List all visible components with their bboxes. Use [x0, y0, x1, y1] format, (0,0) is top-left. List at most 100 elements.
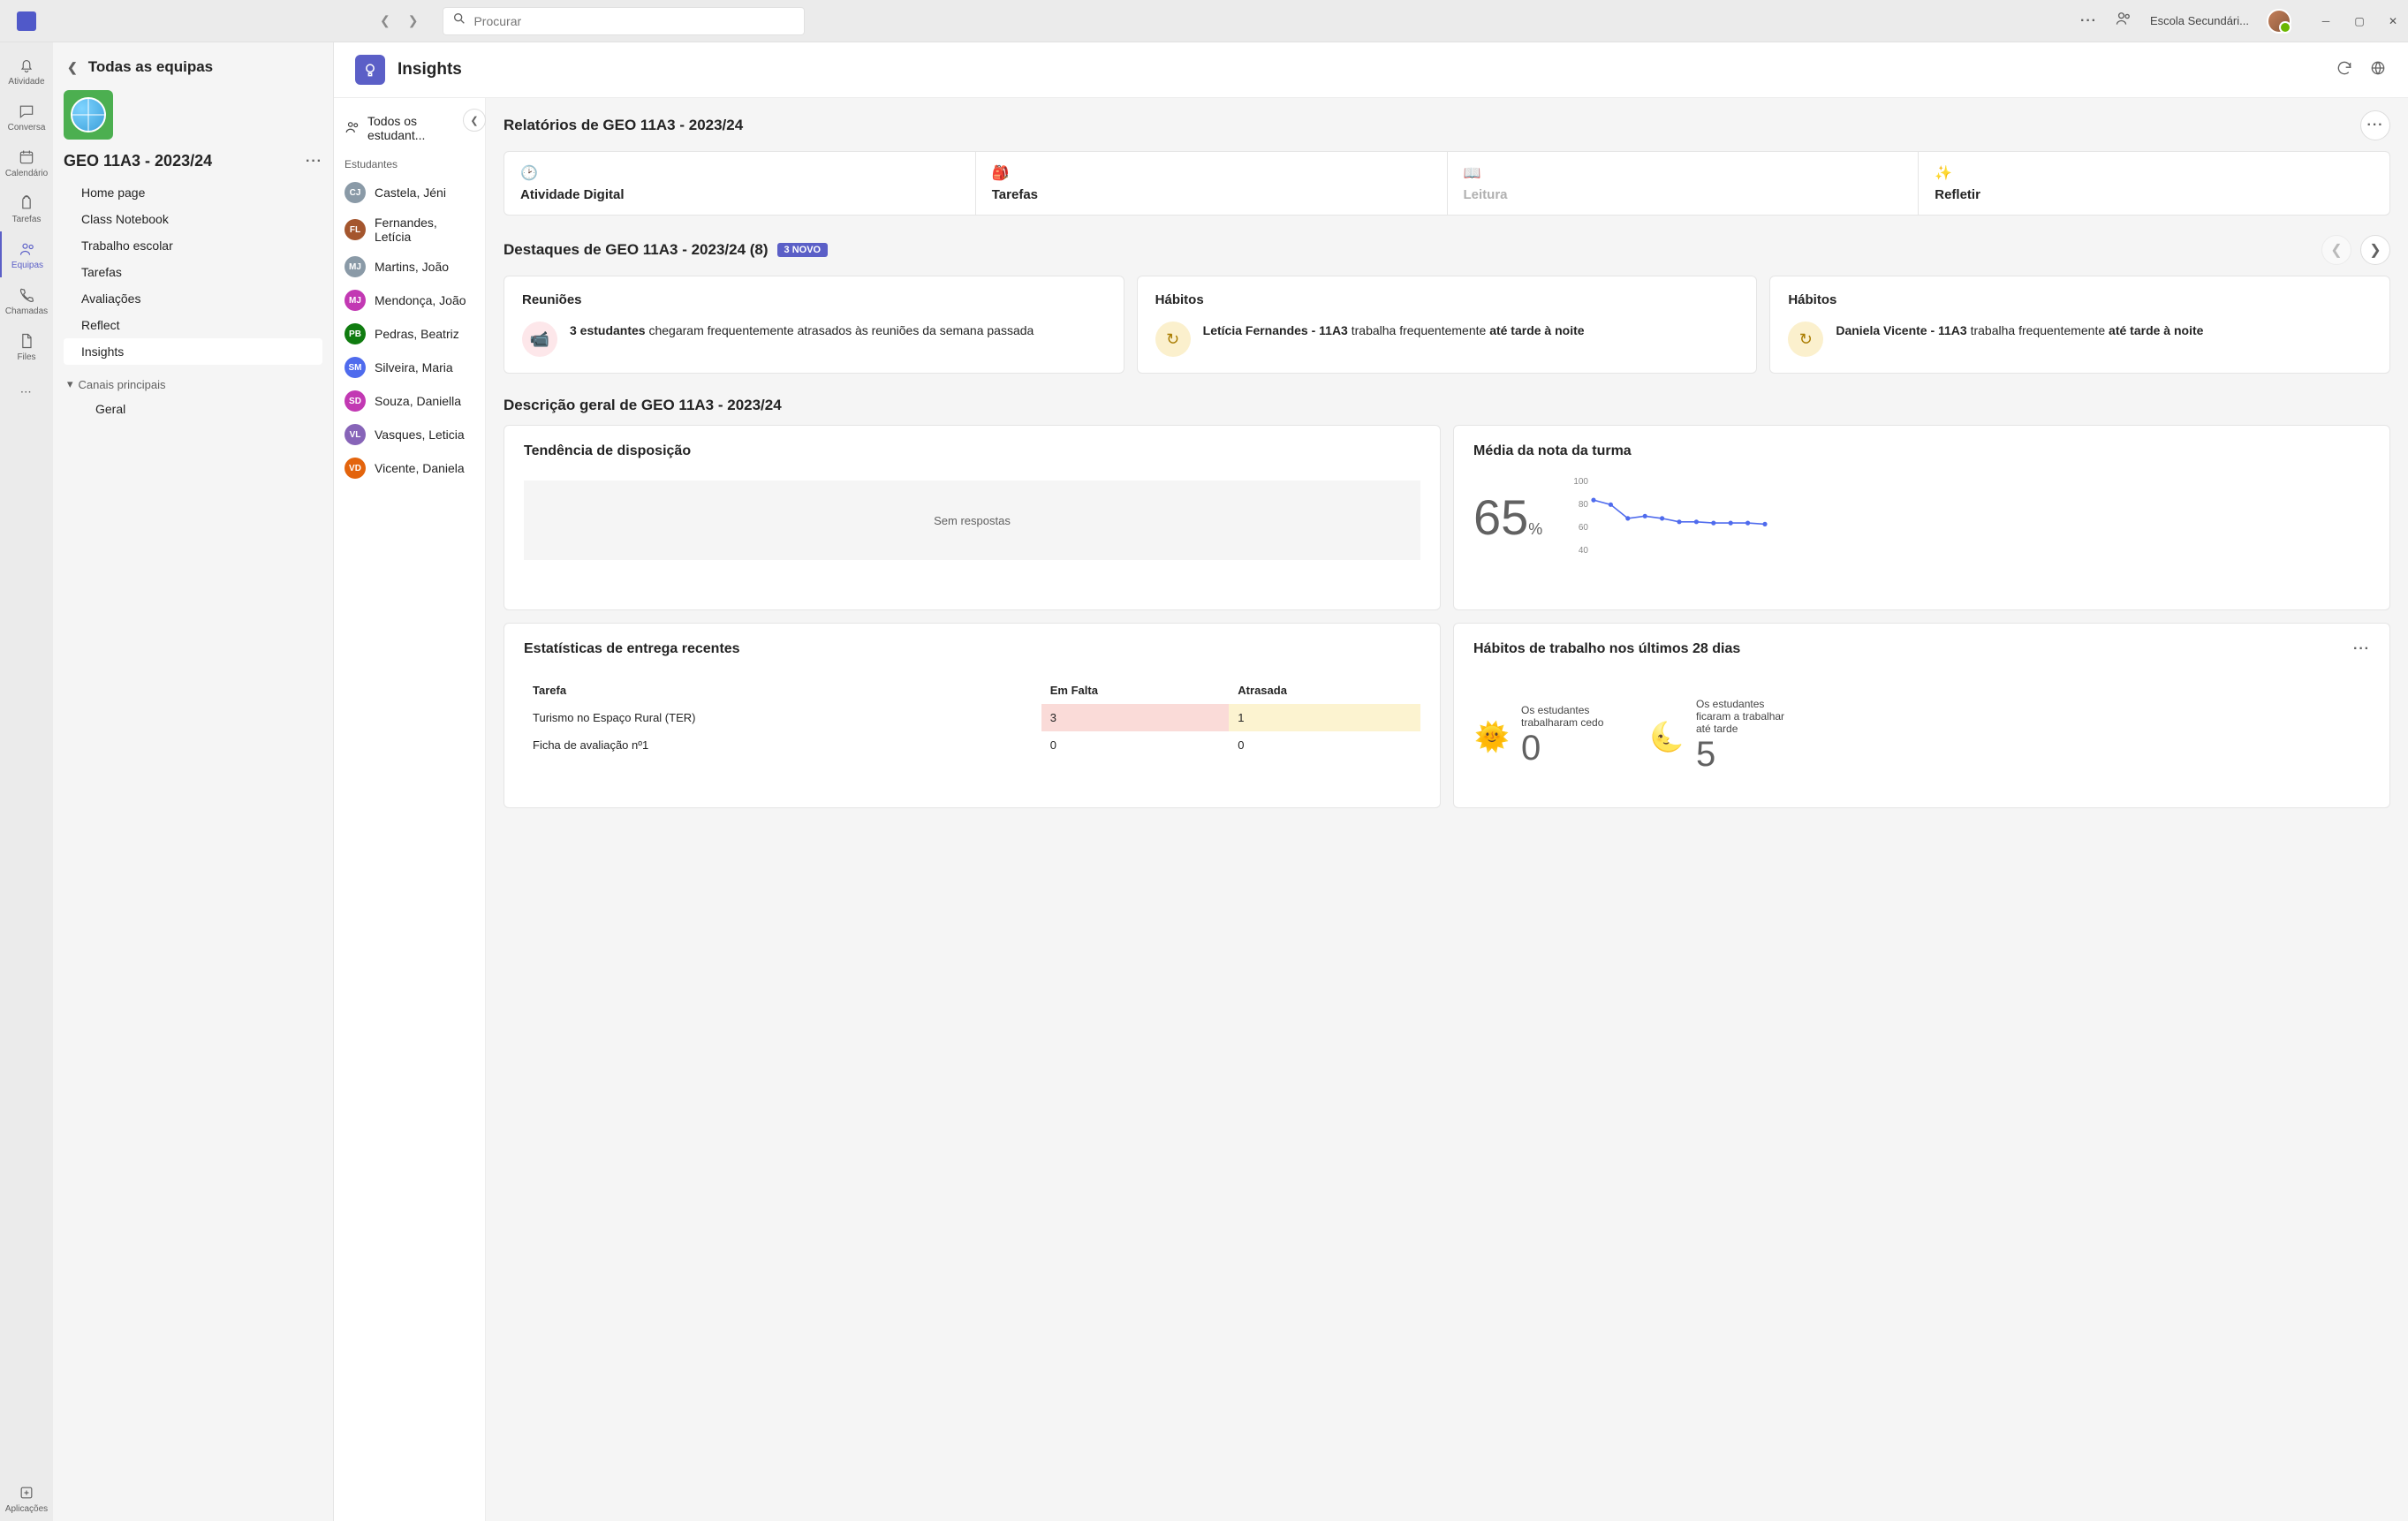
table-row[interactable]: Ficha de avaliação nº100 — [524, 731, 1420, 759]
spotlight-prev-button[interactable]: ❮ — [2321, 235, 2351, 265]
student-avatar: VL — [345, 424, 366, 445]
spotlight-card[interactable]: Hábitos ↻ Daniela Vicente - 11A3 trabalh… — [1769, 276, 2390, 374]
rail-calls[interactable]: Chamadas — [0, 277, 53, 323]
spotlight-card-heading: Hábitos — [1788, 292, 2372, 307]
tab-icon: ✨ — [1935, 164, 2374, 182]
rail-label: Chamadas — [5, 306, 48, 316]
student-avatar: VD — [345, 458, 366, 479]
habits-more-icon[interactable]: ··· — [2353, 641, 2370, 657]
chevron-down-icon: ▾ — [67, 377, 73, 391]
search-box[interactable] — [443, 7, 805, 35]
window-close-button[interactable]: ✕ — [2387, 15, 2399, 27]
channel-item[interactable]: Reflect — [64, 312, 322, 338]
student-item[interactable]: CJCastela, Jéni — [334, 176, 485, 209]
people-team-icon — [18, 239, 37, 259]
rail-more[interactable]: ··· — [0, 369, 53, 415]
sub-channel-item[interactable]: Geral — [64, 397, 322, 421]
chat-icon — [17, 102, 36, 121]
history-back-button[interactable]: ❮ — [380, 13, 390, 28]
student-avatar: PB — [345, 323, 366, 344]
profile-avatar[interactable] — [2267, 9, 2291, 34]
average-grade-card[interactable]: Média da nota da turma 65% 406080100 — [1453, 425, 2390, 610]
report-tab-digital[interactable]: 🕑Atividade Digital — [504, 152, 976, 215]
app-rail: Atividade Conversa Calendário Tarefas Eq… — [0, 42, 53, 1521]
spotlight-card[interactable]: Hábitos ↻ Letícia Fernandes - 11A3 traba… — [1137, 276, 1758, 374]
tab-label: Atividade Digital — [520, 187, 959, 202]
calendar-icon — [17, 148, 36, 167]
org-name[interactable]: Escola Secundári... — [2150, 14, 2249, 27]
rail-calendar[interactable]: Calendário — [0, 140, 53, 185]
backpack-icon — [17, 193, 36, 213]
channel-item[interactable]: Class Notebook — [64, 206, 322, 232]
tab-label: Tarefas — [992, 187, 1431, 202]
work-habits-card[interactable]: Hábitos de trabalho nos últimos 28 dias … — [1453, 623, 2390, 808]
more-options-icon[interactable]: ··· — [2080, 13, 2097, 29]
student-name: Martins, João — [375, 260, 449, 274]
reports-more-button[interactable]: ··· — [2360, 110, 2390, 140]
team-name: GEO 11A3 - 2023/24 — [64, 152, 212, 170]
student-item[interactable]: PBPedras, Beatriz — [334, 317, 485, 351]
rail-chat[interactable]: Conversa — [0, 94, 53, 140]
student-item[interactable]: MJMendonça, João — [334, 284, 485, 317]
window-maximize-button[interactable]: ▢ — [2353, 15, 2366, 27]
average-sparkline-chart: 406080100 — [1567, 475, 2370, 559]
students-panel: ❮ Todos os estudant... Estudantes CJCast… — [334, 98, 486, 1521]
bell-icon — [17, 56, 36, 75]
table-row[interactable]: Turismo no Espaço Rural (TER)31 — [524, 704, 1420, 731]
globe-icon[interactable] — [2369, 59, 2387, 81]
trend-empty-state: Sem respostas — [524, 481, 1420, 560]
tab-label: Leitura — [1464, 187, 1903, 202]
student-name: Souza, Daniella — [375, 394, 461, 408]
report-tab-reflect[interactable]: ✨Refletir — [1919, 152, 2389, 215]
student-item[interactable]: VL Vasques, Leticia — [334, 418, 485, 451]
trend-card[interactable]: Tendência de disposição Sem respostas — [504, 425, 1441, 610]
report-tab-assign[interactable]: 🎒Tarefas — [976, 152, 1448, 215]
student-name: Mendonça, João — [375, 293, 466, 307]
rail-teams[interactable]: Equipas — [0, 231, 53, 277]
spotlight-card-heading: Hábitos — [1155, 292, 1739, 307]
student-item[interactable]: SDSouza, Daniella — [334, 384, 485, 418]
channels-section-toggle[interactable]: ▾ Canais principais — [64, 365, 322, 397]
student-name: Silveira, Maria — [375, 360, 453, 375]
student-item[interactable]: MJMartins, João — [334, 250, 485, 284]
all-students-label: Todos os estudant... — [367, 114, 474, 142]
channel-item[interactable]: Avaliações — [64, 285, 322, 312]
recent-turnin-table: TarefaEm FaltaAtrasada Turismo no Espaço… — [524, 677, 1420, 759]
student-item[interactable]: FLFernandes, Letícia — [334, 209, 485, 250]
spotlight-title: Destaques de GEO 11A3 - 2023/24 (8) — [504, 241, 769, 259]
team-more-icon[interactable]: ··· — [306, 154, 322, 170]
history-forward-button[interactable]: ❯ — [408, 13, 419, 28]
student-item[interactable]: SM Silveira, Maria — [334, 351, 485, 384]
sun-emoji-icon: 🌞 — [1473, 718, 1511, 755]
search-input[interactable] — [473, 14, 795, 28]
rail-label: Tarefas — [12, 215, 42, 224]
student-avatar: SM — [345, 357, 366, 378]
spotlight-card-icon: ↻ — [1155, 322, 1191, 357]
recent-card-title: Estatísticas de entrega recentes — [524, 641, 1420, 657]
trend-card-title: Tendência de disposição — [524, 443, 1420, 459]
rail-activity[interactable]: Atividade — [0, 48, 53, 94]
spotlight-card-icon: ↻ — [1788, 322, 1823, 357]
habit-late: 🌜 Os estudantes ficaram a trabalhar até … — [1648, 698, 1802, 775]
rail-files[interactable]: Files — [0, 323, 53, 369]
all-students-button[interactable]: Todos os estudant... — [334, 105, 485, 151]
channel-item[interactable]: Trabalho escolar — [64, 232, 322, 259]
rail-assignments[interactable]: Tarefas — [0, 185, 53, 231]
channel-item[interactable]: Tarefas — [64, 259, 322, 285]
student-name: Vasques, Leticia — [375, 428, 465, 442]
spotlight-card[interactable]: Reuniões 📹 3 estudantes chegaram frequen… — [504, 276, 1124, 374]
titlebar: ❮ ❯ ··· Escola Secundári... ─ ▢ ✕ — [0, 0, 2408, 42]
channel-item[interactable]: Home page — [64, 179, 322, 206]
rail-apps[interactable]: Aplicações — [0, 1475, 53, 1521]
spotlight-next-button[interactable]: ❯ — [2360, 235, 2390, 265]
channel-item[interactable]: Insights — [64, 338, 322, 365]
student-item[interactable]: VDVicente, Daniela — [334, 451, 485, 485]
collapse-panel-button[interactable]: ❮ — [463, 109, 486, 132]
people-icon[interactable] — [2115, 10, 2132, 32]
recent-turnin-card[interactable]: Estatísticas de entrega recentes TarefaE… — [504, 623, 1441, 808]
habits-card-title: Hábitos de trabalho nos últimos 28 dias — [1473, 641, 1740, 657]
reports-area: Relatórios de GEO 11A3 - 2023/24 ··· 🕑At… — [486, 98, 2408, 1521]
refresh-icon[interactable] — [2336, 59, 2353, 81]
window-minimize-button[interactable]: ─ — [2320, 15, 2332, 27]
back-to-teams-button[interactable]: ❮ Todas as equipas — [64, 51, 322, 90]
